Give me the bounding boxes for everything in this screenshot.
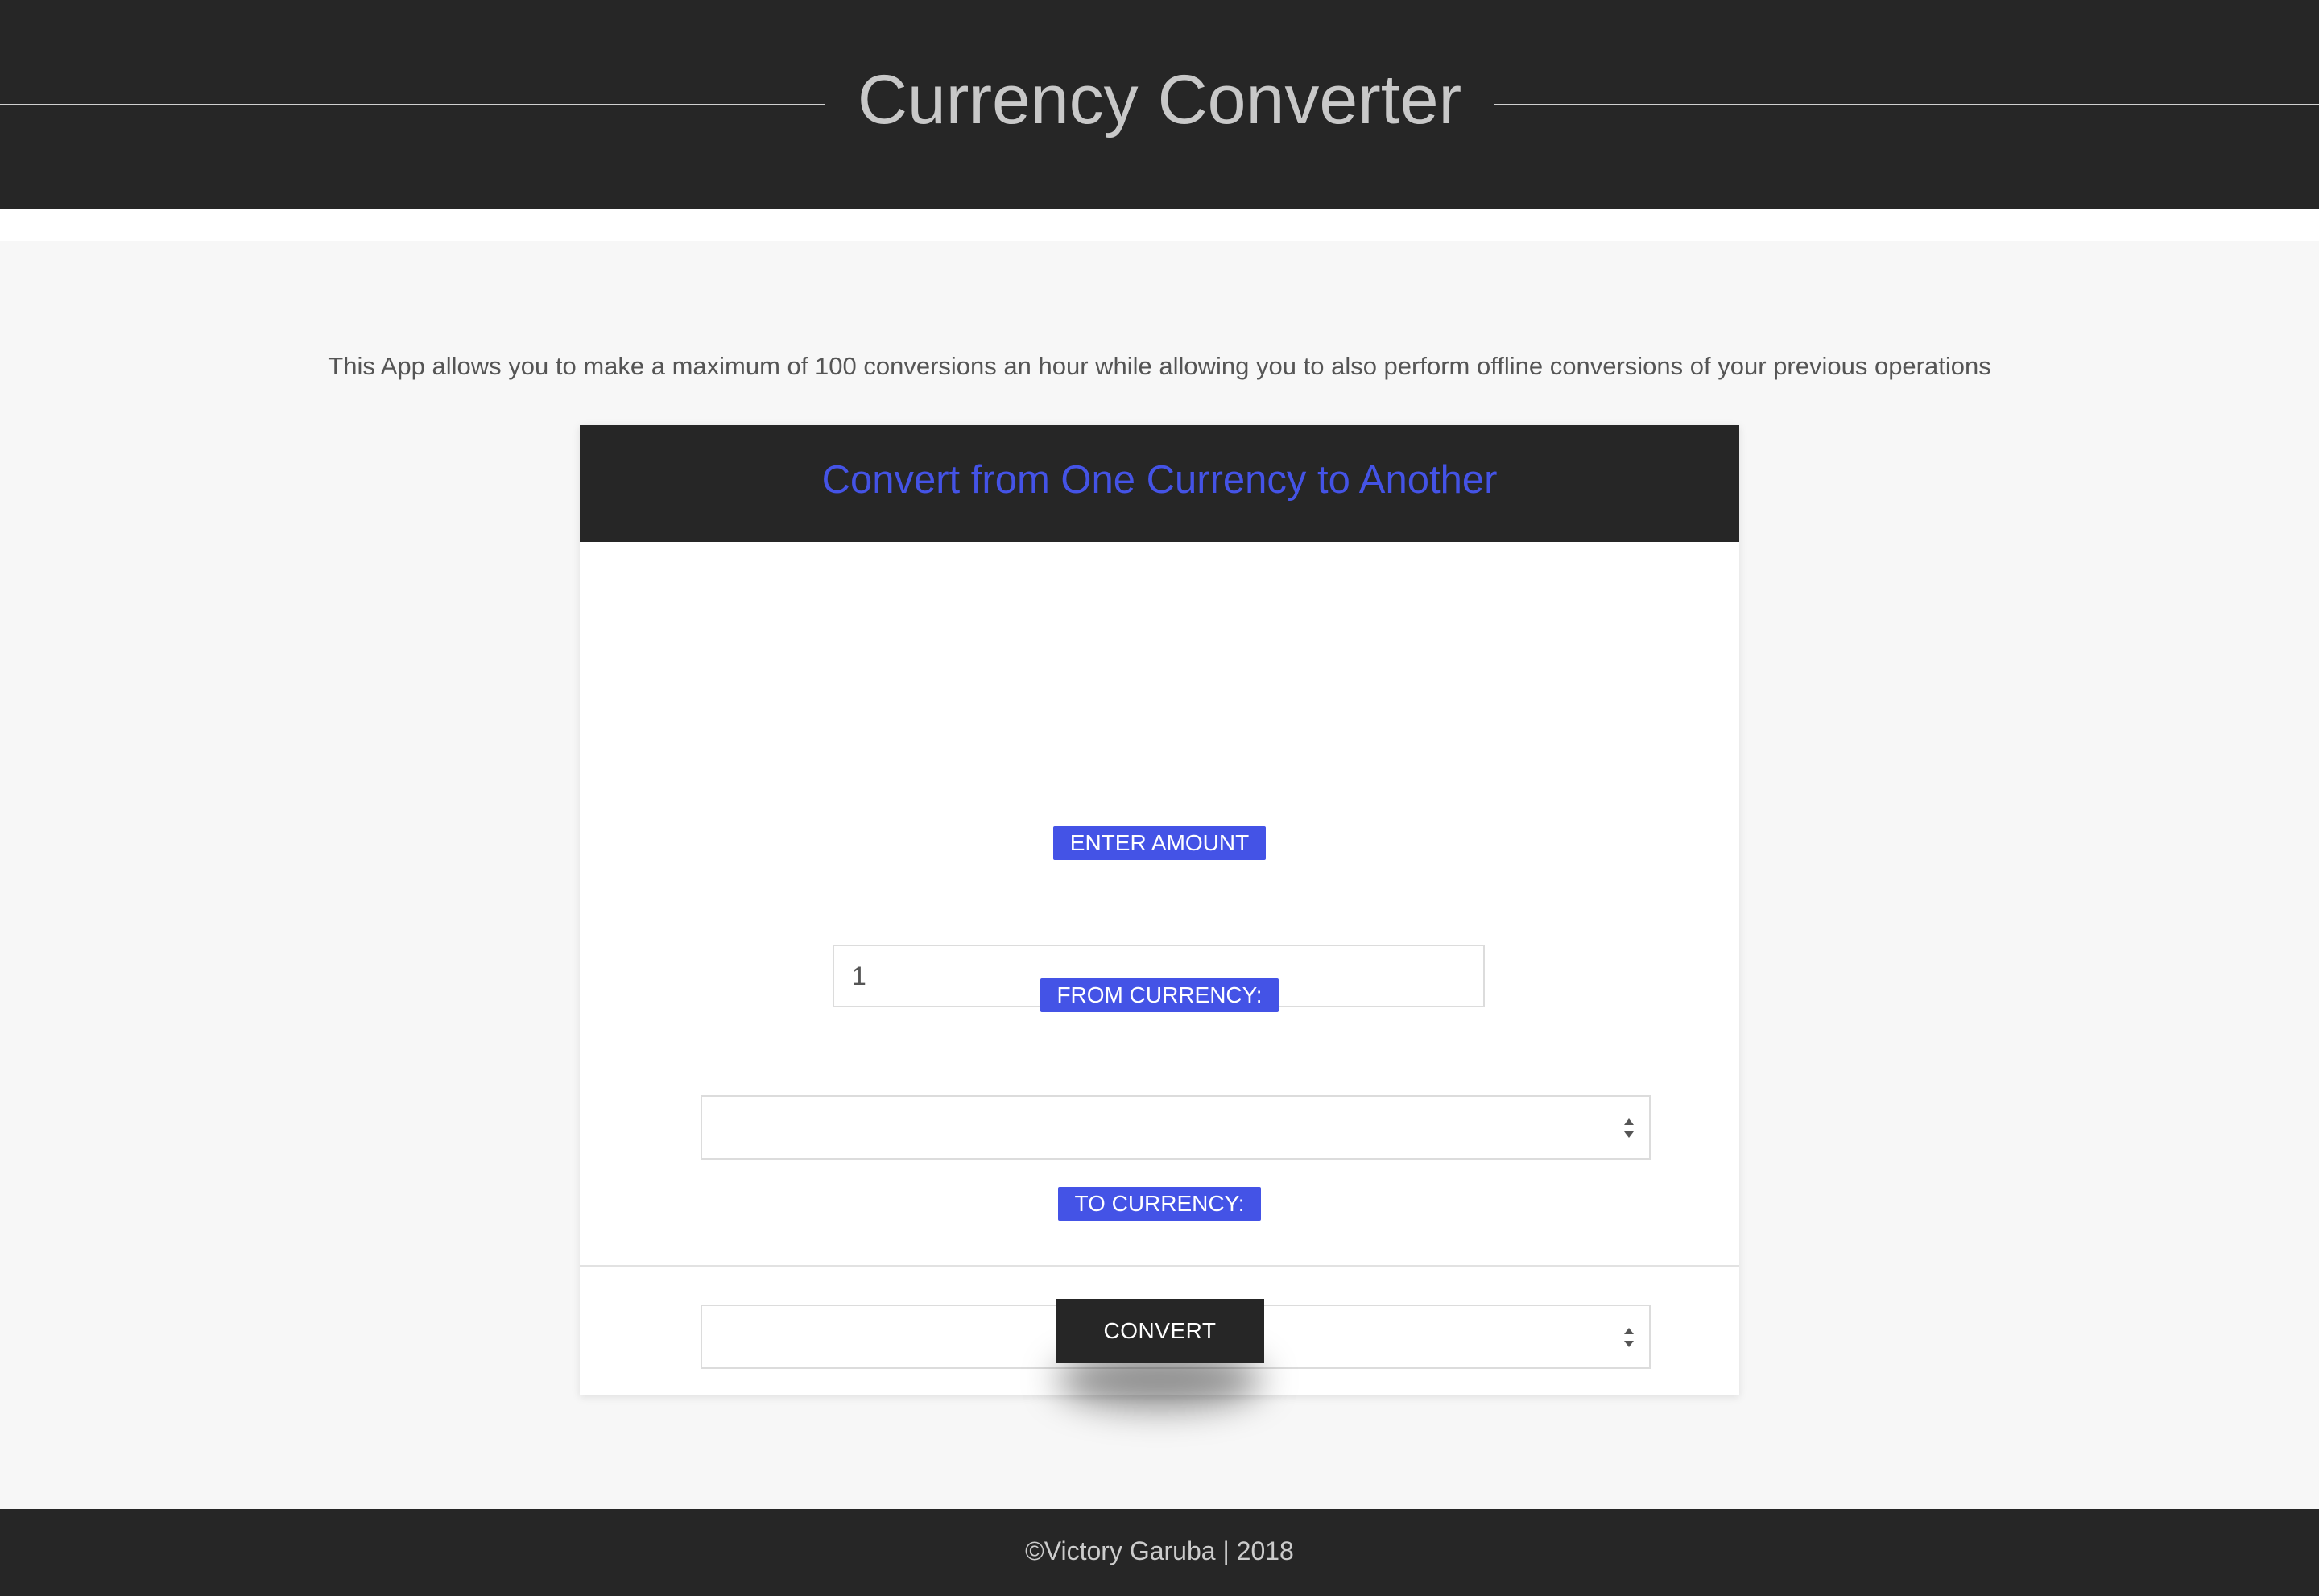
- page-title: Currency Converter: [857, 61, 1462, 139]
- site-footer: ©Victory Garuba | 2018: [0, 1509, 2319, 1596]
- select-arrows-icon: [1624, 1118, 1634, 1138]
- site-header: Currency Converter: [0, 0, 2319, 209]
- from-currency-label: FROM CURRENCY:: [1040, 978, 1279, 1012]
- main-content: This App allows you to make a maximum of…: [0, 241, 2319, 1509]
- header-divider-right: [1494, 104, 2319, 105]
- to-currency-label: TO CURRENCY:: [1058, 1187, 1261, 1221]
- footer-copyright: ©Victory Garuba | 2018: [1025, 1536, 1294, 1565]
- select-arrows-icon: [1624, 1328, 1634, 1347]
- intro-text: This App allows you to make a maximum of…: [328, 352, 1991, 380]
- card-title: Convert from One Currency to Another: [821, 458, 1498, 502]
- convert-button[interactable]: CONVERT: [1056, 1299, 1264, 1363]
- card-header: Convert from One Currency to Another: [580, 425, 1739, 542]
- converter-card: Convert from One Currency to Another ENT…: [580, 425, 1739, 1408]
- header-divider-left: [0, 104, 825, 105]
- amount-label: ENTER AMOUNT: [1053, 826, 1266, 860]
- from-currency-select[interactable]: [701, 1095, 1651, 1160]
- card-footer-divider: [580, 1265, 1739, 1267]
